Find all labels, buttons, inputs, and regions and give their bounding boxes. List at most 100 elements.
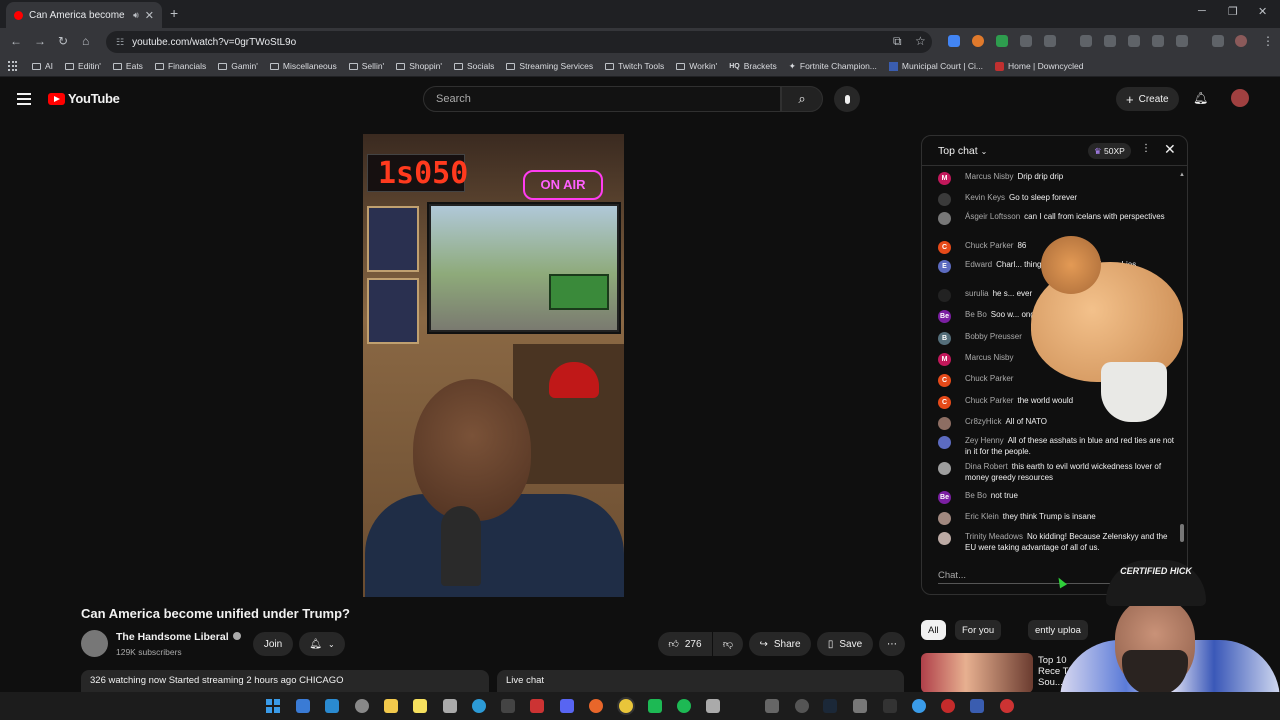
steam-icon[interactable]: [823, 699, 837, 713]
channel-avatar[interactable]: [81, 630, 108, 657]
bookmark-folder[interactable]: Streaming Services: [500, 61, 599, 71]
scroll-up-icon[interactable]: ▲: [1179, 172, 1185, 178]
edge-browser-icon[interactable]: [472, 699, 486, 713]
discord-icon[interactable]: [560, 699, 574, 713]
settings-gear-icon[interactable]: [355, 699, 369, 713]
chat-author-name[interactable]: Be Bo: [965, 310, 987, 319]
chat-author-name[interactable]: Edward: [965, 260, 992, 269]
share-button[interactable]: ↪ Share: [749, 632, 811, 656]
chat-message[interactable]: Trinity Meadows No kidding! Because Zelen…: [938, 532, 1174, 553]
chat-author-name[interactable]: Be Bo: [965, 491, 987, 500]
tab-search-icon[interactable]: [1212, 35, 1224, 47]
forward-icon[interactable]: →: [34, 34, 46, 48]
close-chat-icon[interactable]: ✕: [1164, 141, 1176, 158]
chat-author-name[interactable]: Kevin Keys: [965, 193, 1005, 202]
tab-close-icon[interactable]: ✕: [145, 9, 154, 22]
chat-message[interactable]: Eric Klein they think Trump is insane: [938, 512, 1174, 525]
maximize-icon[interactable]: ❐: [1228, 5, 1238, 18]
minimize-icon[interactable]: ─: [1198, 5, 1206, 17]
extension-icon[interactable]: [1020, 35, 1032, 47]
taskbar-app-icon[interactable]: [912, 699, 926, 713]
chat-author-name[interactable]: Marcus Nisby: [965, 353, 1013, 362]
video-player[interactable]: 1s050 ON AIR: [363, 134, 624, 597]
bookmark-folder[interactable]: Socials: [448, 61, 500, 71]
new-tab-icon[interactable]: +: [170, 5, 178, 21]
taskbar-app-icon[interactable]: [296, 699, 310, 713]
reload-icon[interactable]: ↻: [58, 34, 68, 48]
bookmark-folder[interactable]: Miscellaneous: [264, 61, 343, 71]
taskbar-app-icon[interactable]: [970, 699, 984, 713]
tab-audio-icon[interactable]: 🔊︎: [133, 10, 139, 21]
chat-author-name[interactable]: Dina Robert: [965, 462, 1008, 471]
chat-message[interactable]: Zey Henny All of these asshats in blue an…: [938, 436, 1174, 457]
xp-badge[interactable]: ♛ 50XP: [1088, 143, 1131, 159]
bookmark-folder[interactable]: Editin': [59, 61, 107, 71]
notification-bell-button[interactable]: 🔔︎ ⌄: [299, 632, 345, 656]
chat-message[interactable]: M Marcus Nisby Drip drip drip: [938, 172, 1174, 185]
taskbar-app-icon[interactable]: [530, 699, 544, 713]
bookmark-folder[interactable]: Workin': [670, 61, 723, 71]
taskbar-app-icon[interactable]: [501, 699, 515, 713]
firefox-icon[interactable]: [589, 699, 603, 713]
chat-author-name[interactable]: Ásgeir Loftsson: [965, 212, 1020, 221]
extension-icon[interactable]: [972, 35, 984, 47]
create-button[interactable]: + Create: [1116, 87, 1179, 111]
chrome-icon[interactable]: [619, 699, 633, 713]
chat-author-avatar[interactable]: [938, 289, 951, 302]
browser-tab[interactable]: Can America become unified 🔊︎ ✕: [6, 2, 162, 28]
bookmark-link[interactable]: HQ Brackets: [723, 61, 783, 71]
back-icon[interactable]: ←: [10, 34, 22, 48]
taskbar-app-icon[interactable]: [706, 699, 720, 713]
chat-author-avatar[interactable]: E: [938, 260, 951, 273]
chat-author-name[interactable]: Chuck Parker: [965, 396, 1013, 405]
bookmark-folder[interactable]: Gamin': [212, 61, 264, 71]
chat-author-avatar[interactable]: [938, 512, 951, 525]
chat-author-avatar[interactable]: C: [938, 374, 951, 387]
chat-message[interactable]: Be Be Bo not true: [938, 491, 1174, 504]
extension-icon[interactable]: [1152, 35, 1164, 47]
search-button[interactable]: ⌕: [781, 86, 823, 112]
bookmark-folder[interactable]: Twitch Tools: [599, 61, 670, 71]
bookmark-link[interactable]: Municipal Court | Ci...: [883, 61, 989, 71]
chat-author-avatar[interactable]: [938, 532, 951, 545]
more-actions-button[interactable]: ⋯: [879, 632, 905, 656]
chat-author-avatar[interactable]: [938, 212, 951, 225]
sidebar-icon[interactable]: [1176, 35, 1188, 47]
chat-author-name[interactable]: Marcus Nisby: [965, 172, 1013, 181]
notifications-bell-icon[interactable]: 🔔︎: [1193, 91, 1208, 105]
chat-message[interactable]: Kevin Keys Go to sleep forever: [938, 193, 1174, 206]
spotify-icon[interactable]: [677, 699, 691, 713]
taskbar-app-icon[interactable]: [941, 699, 955, 713]
browser-menu-icon[interactable]: ⋮: [1262, 34, 1274, 48]
extension-icon[interactable]: [948, 35, 960, 47]
top-chat-dropdown[interactable]: Top chat ⌄: [938, 145, 987, 157]
recommended-video-thumbnail[interactable]: [921, 653, 1033, 693]
voice-search-button[interactable]: [834, 86, 860, 112]
windows-start-icon[interactable]: [266, 699, 280, 713]
chat-author-name[interactable]: Cr8zyHick: [965, 417, 1001, 426]
chat-author-name[interactable]: Chuck Parker: [965, 241, 1013, 250]
extensions-puzzle-icon[interactable]: [1044, 35, 1056, 47]
trash-icon[interactable]: [1104, 35, 1116, 47]
cast-icon[interactable]: ⧉: [893, 34, 902, 49]
chat-author-avatar[interactable]: Be: [938, 491, 951, 504]
dislike-button[interactable]: 👎︎: [713, 632, 743, 656]
scrollbar-thumb[interactable]: [1180, 524, 1184, 542]
taskbar-app-icon[interactable]: [883, 699, 897, 713]
channel-name[interactable]: The Handsome Liberal: [116, 631, 241, 643]
bookmark-folder[interactable]: AI: [26, 61, 59, 71]
chat-author-avatar[interactable]: C: [938, 396, 951, 409]
translate-icon[interactable]: [1128, 35, 1140, 47]
bookmark-star-icon[interactable]: ☆: [915, 34, 926, 48]
home-icon[interactable]: ⌂: [82, 34, 89, 48]
chip-for-you[interactable]: For you: [955, 620, 1002, 640]
bookmark-folder[interactable]: Sellin': [343, 61, 390, 71]
chat-author-name[interactable]: Trinity Meadows: [965, 532, 1023, 541]
chat-author-avatar[interactable]: [938, 436, 951, 449]
chat-message[interactable]: Ásgeir Loftsson can I call from icelans w…: [938, 212, 1174, 225]
like-button[interactable]: 👍︎ 276: [658, 632, 712, 656]
apps-grid-icon[interactable]: [8, 61, 18, 71]
chat-author-name[interactable]: Eric Klein: [965, 512, 999, 521]
extension-icon[interactable]: [1080, 35, 1092, 47]
bookmark-link[interactable]: Home | Downcycled: [989, 61, 1089, 71]
